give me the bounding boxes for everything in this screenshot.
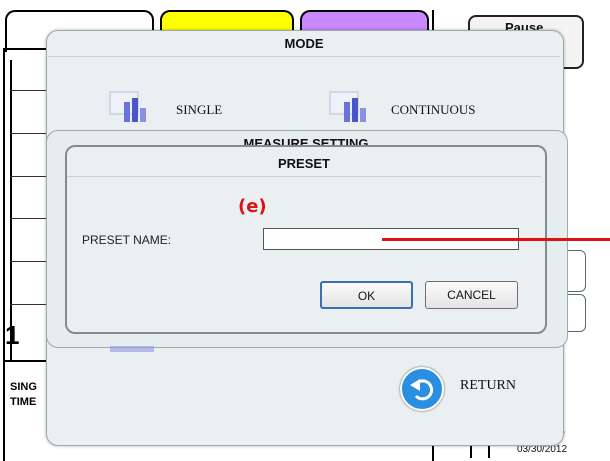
mode-dialog-title: MODE bbox=[284, 36, 324, 51]
side-divider bbox=[3, 360, 46, 362]
row-line bbox=[10, 133, 46, 134]
preset-name-label: PRESET NAME: bbox=[82, 233, 172, 247]
return-button[interactable] bbox=[400, 367, 444, 411]
mode-option-continuous[interactable] bbox=[328, 90, 370, 129]
mode-title-separator bbox=[48, 56, 560, 57]
left-panel-edge bbox=[10, 60, 12, 360]
mode-option-continuous-label: CONTINUOUS bbox=[391, 102, 476, 117]
annotation-label: (e) bbox=[238, 196, 267, 217]
side-label-time: TIME bbox=[10, 396, 37, 408]
side-button-edge[interactable] bbox=[566, 250, 586, 292]
bar-chart-icon bbox=[109, 91, 146, 122]
return-label: RETURN bbox=[460, 378, 516, 393]
mode-option-single[interactable] bbox=[108, 90, 150, 129]
bar-chart-icon bbox=[329, 91, 366, 122]
preset-dialog-title: PRESET bbox=[277, 156, 330, 171]
return-arrow-icon bbox=[410, 379, 434, 401]
row-line bbox=[10, 90, 46, 91]
annotation-pointer-line bbox=[382, 238, 610, 241]
side-number: 1 bbox=[5, 320, 20, 350]
ok-button[interactable]: OK bbox=[320, 281, 413, 309]
cancel-button[interactable]: CANCEL bbox=[425, 281, 518, 309]
row-line bbox=[10, 176, 46, 177]
left-border bbox=[3, 48, 5, 461]
hidden-row-icon bbox=[110, 346, 154, 352]
row-line bbox=[10, 304, 46, 305]
row-line bbox=[10, 218, 46, 219]
side-button-edge[interactable] bbox=[566, 294, 586, 332]
side-label-sing: SING bbox=[10, 381, 37, 393]
row-line bbox=[10, 261, 46, 262]
preset-title-separator bbox=[67, 176, 541, 177]
mode-option-single-label: SINGLE bbox=[176, 102, 223, 117]
